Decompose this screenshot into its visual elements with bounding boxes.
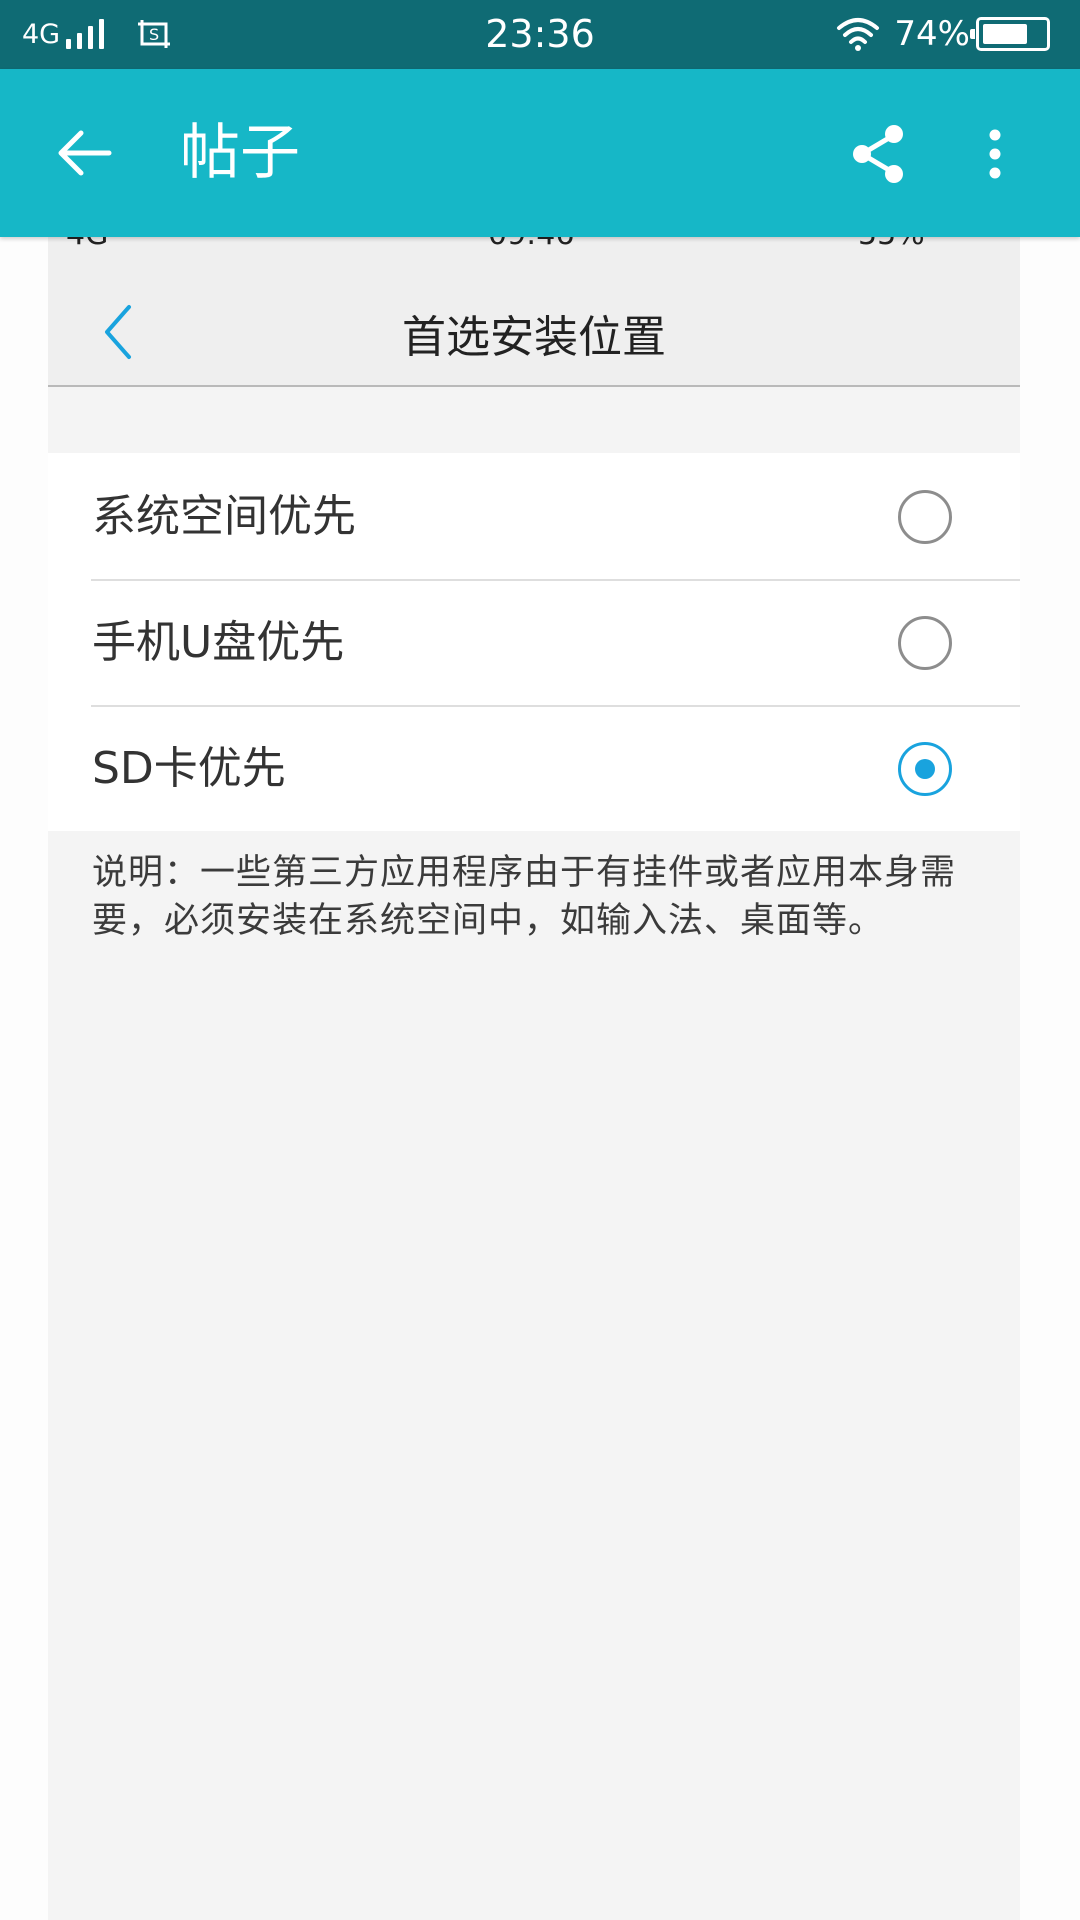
wifi-icon <box>837 18 880 51</box>
install-location-options: 系统空间优先 手机U盘优先 SD卡优先 <box>48 453 1020 831</box>
option-label: SD卡优先 <box>92 743 286 794</box>
app-bar: 帖子 <box>0 69 1080 237</box>
embedded-battery-percent: 55% <box>858 237 925 251</box>
embedded-screenshot: 4G 09:46 55% 首选安装位置 系统空间优先 手机U盘优先 SD卡优先 … <box>48 237 1020 1920</box>
status-right: 74% <box>836 14 1050 54</box>
battery-fill <box>983 24 1028 44</box>
radio-button[interactable] <box>898 742 952 796</box>
description-note: 说明：一些第三方应用程序由于有挂件或者应用本身需要，必须安装在系统空间中，如输入… <box>92 853 957 941</box>
embedded-nav-bar: 4G 09:46 55% 首选安装位置 <box>48 237 1020 387</box>
share-icon <box>853 125 903 183</box>
back-button[interactable] <box>40 113 130 193</box>
radio-button[interactable] <box>898 616 952 670</box>
more-options-button[interactable] <box>970 119 1020 189</box>
page-title: 帖子 <box>180 118 300 188</box>
share-button[interactable] <box>838 119 918 189</box>
option-system-space[interactable]: 系统空间优先 <box>48 453 1020 579</box>
option-sd-card[interactable]: SD卡优先 <box>48 705 1020 831</box>
option-label: 系统空间优先 <box>92 491 356 542</box>
battery-icon <box>970 17 1050 51</box>
more-vert-icon <box>989 129 1001 179</box>
embedded-page-title: 首选安装位置 <box>402 312 666 363</box>
back-arrow-icon <box>58 130 112 176</box>
battery-percent: 74% <box>894 14 970 54</box>
radio-button[interactable] <box>898 490 952 544</box>
embedded-network-type: 4G <box>66 237 108 251</box>
embedded-status-time: 09:46 <box>488 237 574 251</box>
option-phone-storage[interactable]: 手机U盘优先 <box>48 579 1020 705</box>
status-bar: 4G S 23:36 74% <box>0 0 1080 69</box>
option-label: 手机U盘优先 <box>92 617 345 668</box>
embedded-status-bar: 4G 09:46 55% <box>48 237 1020 251</box>
